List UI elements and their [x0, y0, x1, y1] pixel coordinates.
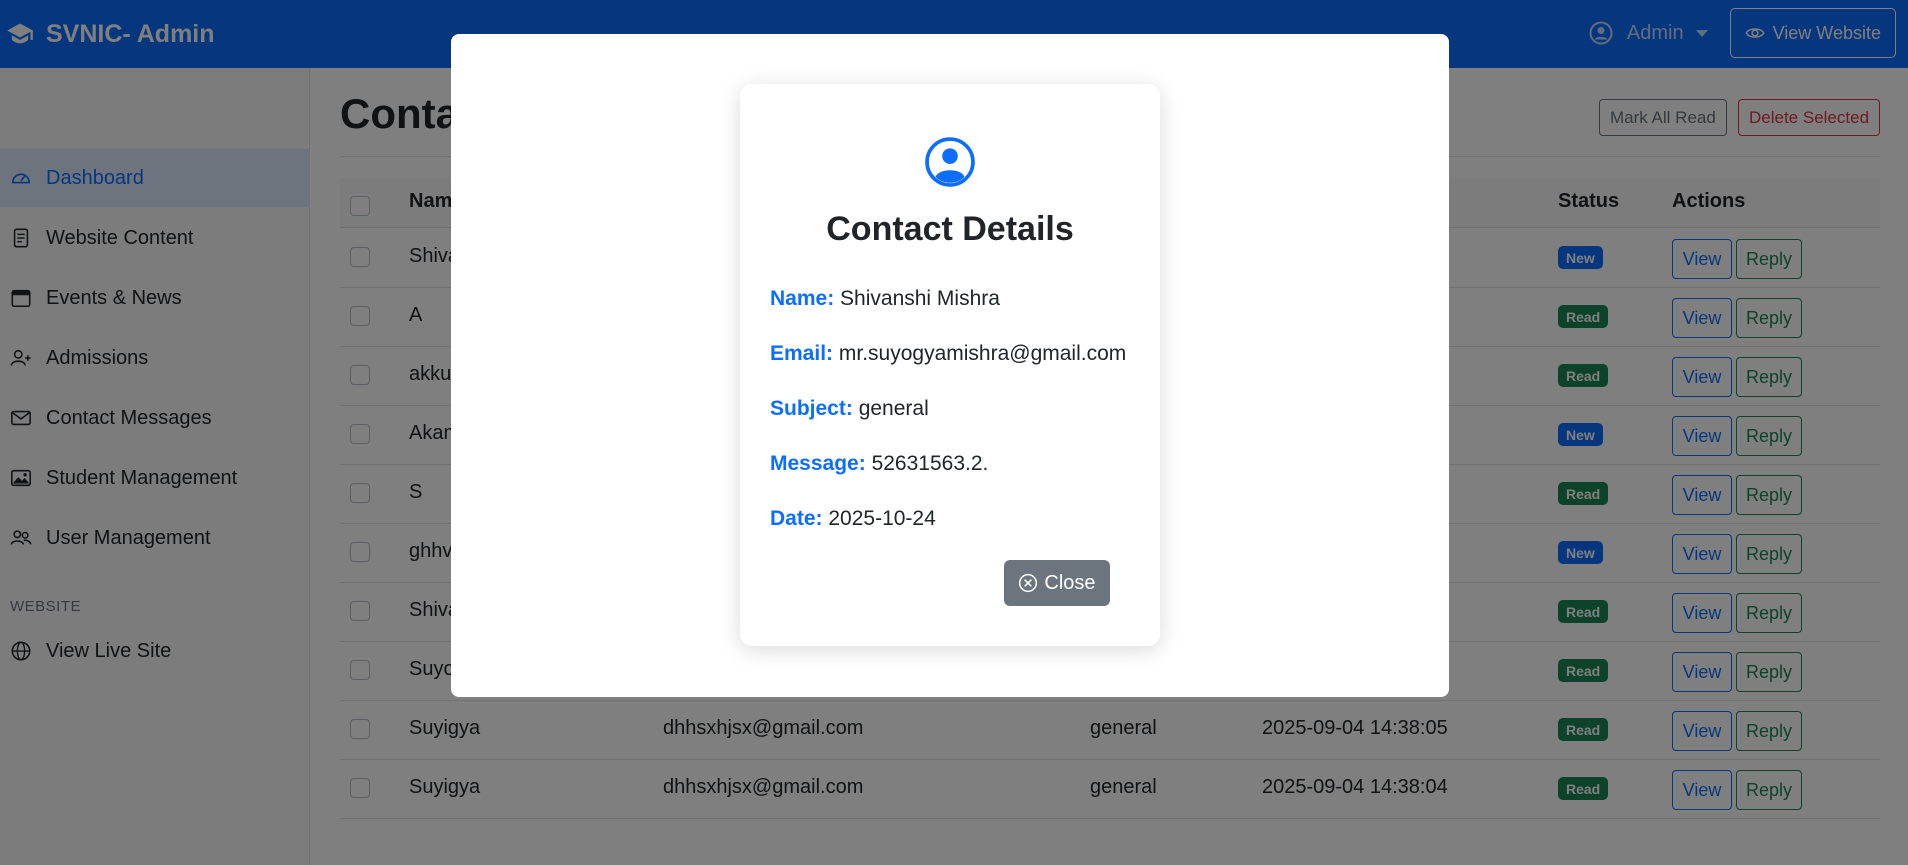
detail-value: Shivanshi Mishra — [840, 287, 1000, 310]
modal-title: Contact Details — [826, 210, 1074, 248]
close-button[interactable]: Close — [1004, 560, 1110, 606]
detail-value: 52631563.2. — [871, 452, 989, 475]
detail-name: Name: Shivanshi Mishra — [770, 287, 1000, 311]
close-button-label: Close — [1044, 571, 1096, 594]
contact-details-card: Contact Details Name: Shivanshi Mishra E… — [740, 84, 1160, 646]
person-circle-icon — [925, 137, 975, 187]
detail-label: Email: — [770, 342, 834, 365]
detail-email: Email: mr.suyogyamishra@gmail.com — [770, 342, 1126, 366]
detail-subject: Subject: general — [770, 397, 929, 421]
detail-label: Message: — [770, 452, 866, 475]
detail-label: Date: — [770, 507, 823, 530]
detail-value: mr.suyogyamishra@gmail.com — [838, 342, 1127, 365]
detail-value: general — [858, 397, 929, 420]
detail-label: Name: — [770, 287, 835, 310]
detail-message: Message: 52631563.2. — [770, 452, 988, 476]
detail-label: Subject: — [770, 397, 853, 420]
detail-value: 2025-10-24 — [828, 507, 936, 530]
close-circle-icon — [1019, 573, 1038, 593]
detail-date: Date: 2025-10-24 — [770, 507, 936, 531]
